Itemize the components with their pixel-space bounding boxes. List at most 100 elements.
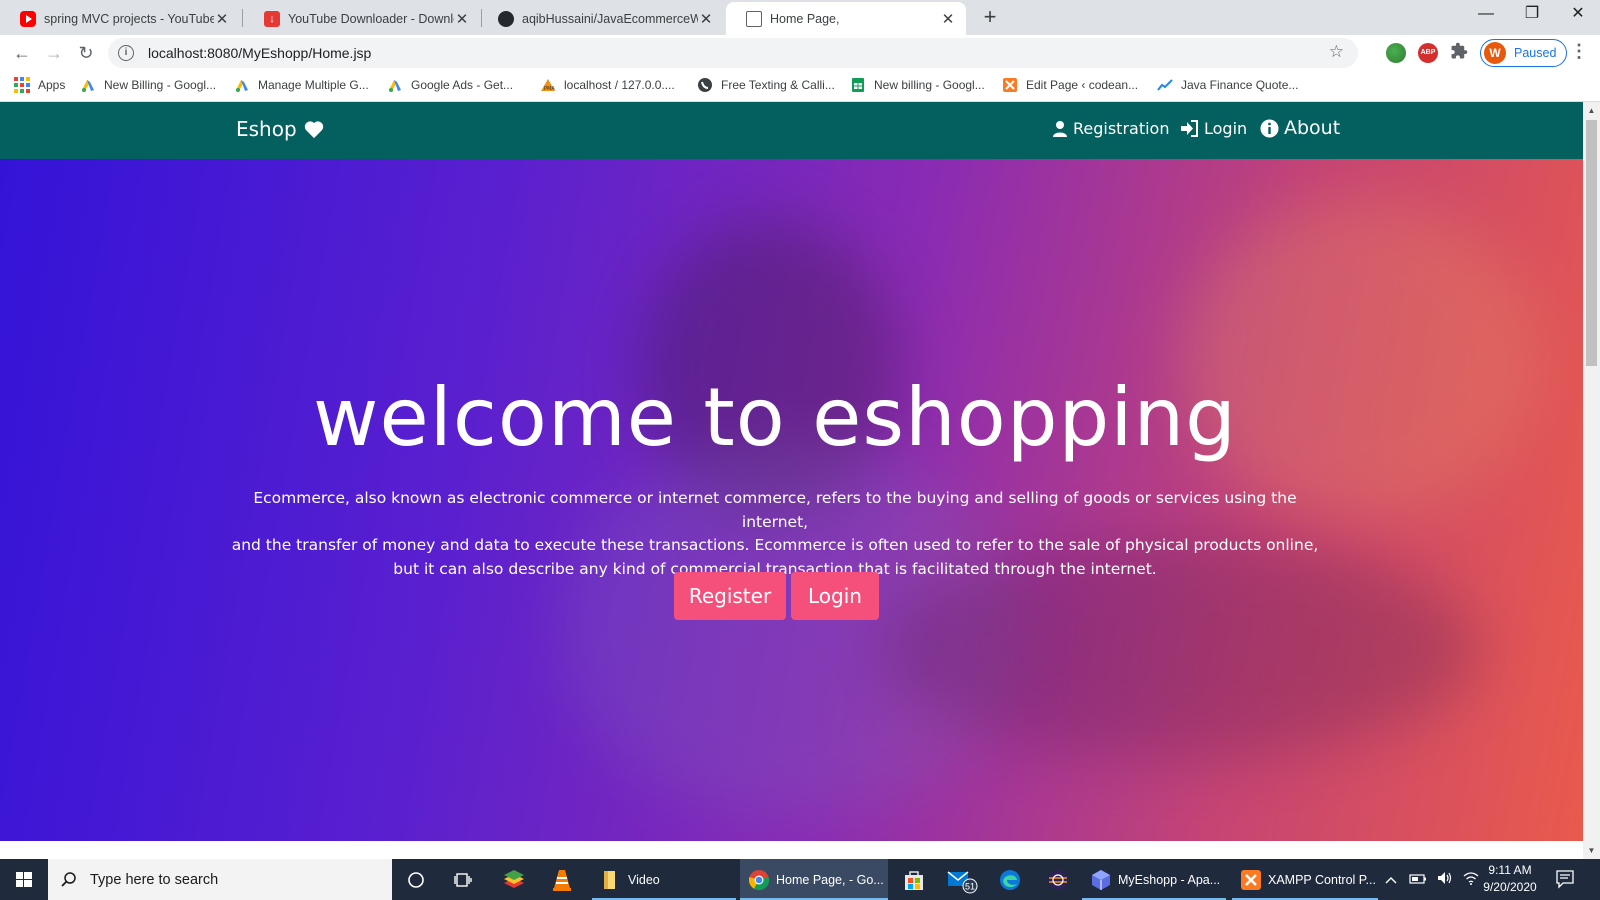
tab-title: spring MVC projects - YouTube <box>44 11 214 26</box>
taskbar-app-chrome[interactable]: Home Page, - Go... <box>740 859 888 900</box>
restore-icon[interactable]: ❐ <box>1509 0 1555 30</box>
taskbar-app-video-folder[interactable]: Video <box>592 859 736 900</box>
google-ads-icon <box>389 80 401 92</box>
vlc-icon[interactable] <box>538 859 586 900</box>
sign-in-icon <box>1181 120 1198 137</box>
close-tab-icon[interactable]: ✕ <box>940 10 956 28</box>
user-icon <box>1053 120 1067 137</box>
address-bar[interactable]: i localhost:8080/MyEshopp/Home.jsp ☆ <box>108 38 1358 68</box>
bookmark-item[interactable]: Manage Multiple G... <box>234 77 369 93</box>
battery-icon[interactable] <box>1409 872 1427 887</box>
bluestacks-icon[interactable] <box>490 859 538 900</box>
bookmark-item[interactable]: Edit Page ‹ codean... <box>1002 77 1138 93</box>
chrome-menu-icon[interactable]: ⋮ <box>1570 41 1588 62</box>
scrollbar-thumb[interactable] <box>1586 120 1597 366</box>
forward-icon[interactable]: → <box>40 39 68 67</box>
bookmark-item[interactable]: Google Ads - Get... <box>387 77 513 93</box>
tab-title: Home Page, <box>770 11 840 26</box>
hero-description-line: Ecommerce, also known as electronic comm… <box>253 489 1297 531</box>
search-placeholder: Type here to search <box>90 871 219 888</box>
chevron-up-icon[interactable] <box>1385 872 1397 887</box>
bookmark-apps[interactable]: Apps <box>14 77 65 93</box>
close-window-icon[interactable]: ✕ <box>1555 0 1600 30</box>
taskbar-clock[interactable]: 9:11 AM 9/20/2020 <box>1470 862 1550 896</box>
profile-status: Paused <box>1514 46 1557 60</box>
adblock-icon[interactable]: ABP <box>1418 43 1438 63</box>
page-scrollbar[interactable]: ▲ ▼ <box>1583 102 1600 859</box>
taskbar-app-netbeans[interactable]: MyEshopp - Apa... <box>1082 859 1226 900</box>
microsoft-store-icon[interactable] <box>890 859 938 900</box>
xampp-icon <box>1241 869 1261 890</box>
nav-registration-label: Registration <box>1073 119 1170 138</box>
clock-time: 9:11 AM <box>1488 863 1532 877</box>
close-tab-icon[interactable]: ✕ <box>214 10 230 28</box>
github-icon <box>498 10 514 27</box>
windows-start-button[interactable] <box>0 859 48 900</box>
bookmark-item[interactable]: Free Texting & Calli... <box>697 77 835 93</box>
hero-background-shape <box>1180 199 1540 519</box>
bookmark-item[interactable]: PMA localhost / 127.0.0.... <box>540 77 675 93</box>
search-icon <box>61 871 76 887</box>
reload-icon[interactable]: ↻ <box>72 39 100 67</box>
nav-login-label: Login <box>1204 119 1248 138</box>
close-tab-icon[interactable]: ✕ <box>698 10 714 28</box>
mail-icon[interactable]: 51 <box>938 859 986 900</box>
windows-logo-icon <box>16 872 32 887</box>
scroll-down-arrow[interactable]: ▼ <box>1583 842 1600 859</box>
bookmark-item[interactable]: New billing - Googl... <box>850 77 985 93</box>
extension-globe-icon[interactable] <box>1386 43 1406 63</box>
browser-toolbar: ← → ↻ i localhost:8080/MyEshopp/Home.jsp… <box>0 35 1600 71</box>
nav-about-label: About <box>1284 117 1341 139</box>
tab-title: aqibHussaini/JavaEcommerceWe <box>522 11 698 26</box>
page-viewport: Eshop Registration Login About welcome t… <box>0 102 1583 859</box>
notification-center-icon[interactable] <box>1555 869 1575 894</box>
close-tab-icon[interactable]: ✕ <box>454 10 470 28</box>
bookmark-item[interactable]: Java Finance Quote... <box>1157 77 1298 93</box>
bookmark-label: New Billing - Googl... <box>104 78 217 92</box>
google-sheets-icon <box>852 78 864 92</box>
svg-text:PMA: PMA <box>544 86 555 92</box>
cortana-icon[interactable] <box>392 859 440 900</box>
hero-description-line: and the transfer of money and data to ex… <box>231 536 1319 554</box>
nav-registration-link[interactable]: Registration <box>1052 119 1169 138</box>
info-icon[interactable]: i <box>118 45 134 61</box>
profile-button[interactable]: W Paused <box>1480 39 1568 67</box>
youtube-icon <box>20 10 36 27</box>
heart-icon <box>304 121 323 139</box>
taskbar-app-xampp[interactable]: XAMPP Control P... <box>1232 859 1378 900</box>
hero-description: Ecommerce, also known as electronic comm… <box>230 487 1320 581</box>
volume-icon[interactable] <box>1437 871 1453 888</box>
browser-tab[interactable]: spring MVC projects - YouTube ✕ <box>0 2 240 35</box>
nav-login-link[interactable]: Login <box>1180 119 1247 138</box>
bookmark-label: localhost / 127.0.0.... <box>564 78 675 92</box>
bookmark-label: Google Ads - Get... <box>411 78 514 92</box>
bookmark-star-icon[interactable]: ☆ <box>1329 42 1344 62</box>
system-tray <box>1385 859 1479 900</box>
task-view-icon[interactable] <box>440 859 488 900</box>
edge-icon[interactable] <box>986 859 1034 900</box>
new-tab-button[interactable]: + <box>976 4 1004 30</box>
login-button[interactable]: Login <box>791 572 879 620</box>
minimize-icon[interactable]: — <box>1463 0 1509 30</box>
site-navbar: Eshop Registration Login About <box>0 102 1583 159</box>
page-below-fold <box>0 841 1583 859</box>
back-icon[interactable]: ← <box>8 39 36 67</box>
google-ads-icon <box>236 80 248 92</box>
register-button[interactable]: Register <box>674 572 786 620</box>
bookmark-item[interactable]: New Billing - Googl... <box>80 77 216 93</box>
scroll-up-arrow[interactable]: ▲ <box>1583 102 1600 119</box>
hero-title: welcome to eshopping <box>313 371 1237 464</box>
extensions-puzzle-icon[interactable] <box>1450 42 1470 62</box>
browser-tab-strip: spring MVC projects - YouTube ✕ ↓ YouTub… <box>0 0 1600 35</box>
nav-about-link[interactable]: About <box>1260 117 1340 139</box>
bookmarks-bar: Apps New Billing - Googl... Manage Multi… <box>0 71 1600 102</box>
browser-tab[interactable]: ↓ YouTube Downloader - Download ✕ <box>244 2 480 35</box>
eclipse-icon[interactable] <box>1034 859 1082 900</box>
chart-trend-icon <box>1157 79 1173 91</box>
browser-tab[interactable]: aqibHussaini/JavaEcommerceWe ✕ <box>478 2 724 35</box>
taskbar-search-box[interactable]: Type here to search <box>48 859 392 900</box>
taskbar-app-label: XAMPP Control P... <box>1268 872 1376 887</box>
browser-tab-active[interactable]: Home Page, ✕ <box>726 2 966 35</box>
url-text[interactable]: localhost:8080/MyEshopp/Home.jsp <box>148 45 371 61</box>
brand-link[interactable]: Eshop <box>236 117 325 141</box>
